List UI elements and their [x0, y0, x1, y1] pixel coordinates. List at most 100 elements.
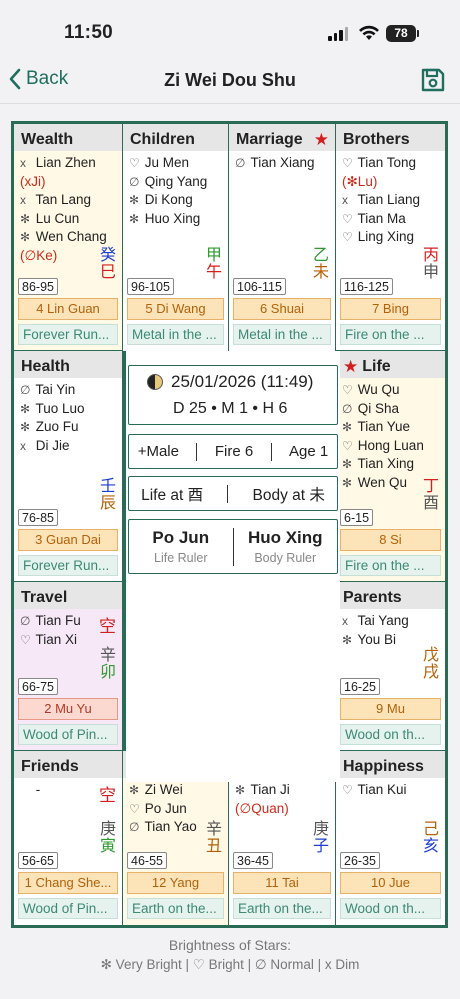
star-item[interactable]: ✻ Di Kong [129, 191, 228, 210]
growth-cycle: 3 Guan Dai [18, 529, 118, 551]
palace-wealth[interactable]: Wealth x Lian Zhen (xJi) x Tan Lang ✻ Lu Cun… [13, 123, 123, 352]
star-item[interactable]: ✻ Tian Yue [342, 418, 445, 437]
star-item[interactable]: ♡ Tian Kui [342, 781, 445, 800]
palace-children[interactable]: Children ♡ Ju Men ∅ Qing Yang ✻ Di Kong ✻ Hu… [122, 123, 229, 352]
brightness-mark: ♡ [342, 211, 353, 226]
nayin-element: Wood of Pin... [18, 724, 118, 745]
heavenly-stem: 丁 [422, 478, 439, 495]
moon-phase-icon [147, 374, 163, 390]
star-item[interactable]: ✻ Zuo Fu [20, 418, 122, 437]
palace-marriage[interactable]: Marriage ★ ∅ Tian Xiang 乙未 106-115 6 Shuai Met… [228, 123, 336, 352]
star-item[interactable]: ✻ Huo Xing [129, 210, 228, 229]
star-name: Tian Xi [35, 631, 78, 647]
profile-box: +Male Fire 6 Age 1 [128, 434, 338, 469]
star-item[interactable]: x Tan Lang [20, 191, 122, 210]
earthly-branch: 丑 [205, 838, 222, 855]
heavenly-stem: 乙 [312, 247, 329, 264]
star-item[interactable]: ✻ Zi Wei [129, 781, 228, 800]
palace-name: Wealth [21, 131, 74, 148]
star-item[interactable]: ♡ Ling Xing [342, 228, 445, 247]
star-item[interactable]: x Di Jie [20, 437, 122, 456]
star-item[interactable]: x Lian Zhen [20, 154, 122, 173]
palace-health[interactable]: Health ∅ Tai Yin ✻ Tuo Luo ✻ Zuo Fu x Di Jie… [13, 350, 123, 583]
stem-branch: 癸巳 [100, 247, 116, 281]
star-item[interactable]: ✻ Wen Chang [20, 228, 122, 247]
age-range: 56-65 [18, 852, 58, 869]
life-at: Life at 酉 [141, 486, 204, 504]
star-name: Hong Luan [357, 437, 424, 453]
nav-bar: Back Zi Wei Dou Shu [0, 62, 460, 100]
palace-life[interactable]: ★ Life ♡ Wu Qu ∅ Qi Sha ✻ Tian Yue ♡ Hong Lua… [335, 350, 446, 583]
brightness-mark: ✻ [129, 783, 140, 797]
palace-parents[interactable]: Parents x Tai Yang ✻ You Bi 戊戌 16-25 9 Mu Wood… [335, 581, 446, 752]
stem-branch: 辛卯 [100, 647, 116, 681]
brightness-mark: ✻ [235, 783, 246, 797]
age-range: 46-55 [127, 852, 167, 869]
palace-title: Children [123, 124, 228, 151]
star-item[interactable]: ✻ Tian Ji [235, 781, 335, 800]
palace-name: Health [21, 358, 70, 375]
earthly-branch: 卯 [99, 664, 116, 681]
stem-branch: 甲午 [206, 247, 222, 281]
star-item[interactable]: ∅ Qing Yang [129, 173, 228, 192]
brightness-mark: x [342, 193, 348, 207]
five-element: Fire 6 [214, 443, 254, 460]
wifi-icon [359, 25, 379, 40]
star-name: Di Jie [35, 437, 70, 453]
palace-name: Marriage [236, 131, 303, 148]
star-item[interactable]: ♡ Tian Ma [342, 210, 445, 229]
nayin-element: Earth on the... [127, 898, 224, 919]
brightness-mark: ∅ [129, 174, 140, 189]
star-name: Tian Liang [357, 192, 421, 207]
heavenly-stem: 丙 [422, 247, 439, 264]
brightness-legend: Brightness of Stars: ✻ Very Bright | ♡ B… [0, 936, 460, 974]
star-name: Tian Fu [35, 613, 81, 628]
star-item[interactable]: ∅ Tian Xiang [235, 154, 335, 173]
star-name: Zuo Fu [35, 419, 79, 434]
earthly-branch: 戌 [422, 664, 439, 681]
star-item[interactable]: ♡ Wu Qu [342, 381, 445, 400]
save-icon[interactable] [420, 67, 446, 93]
star-item[interactable]: ✻ Lu Cun [20, 210, 122, 229]
birth-date: 25/01/2026 (11:49) [171, 372, 314, 391]
brightness-mark: ✻ [129, 211, 140, 226]
star-item[interactable]: ✻ Tian Xing [342, 455, 445, 474]
star-list: ♡ Tian Kui [336, 778, 445, 800]
palace-title: ★ Life [336, 351, 445, 378]
age-range: 66-75 [18, 678, 58, 695]
star-name: Huo Xing [144, 210, 201, 226]
star-item[interactable]: ♡ Ju Men [129, 154, 228, 173]
star-list: ♡ Ju Men ∅ Qing Yang ✻ Di Kong ✻ Huo Xing [123, 151, 228, 228]
growth-cycle: 1 Chang She... [18, 872, 118, 894]
star-item[interactable]: ∅ Tai Yin [20, 381, 122, 400]
palace-brothers[interactable]: Brothers ♡ Tian Tong (✻Lu) x Tian Liang ♡ Ti… [335, 123, 446, 352]
palace-friends[interactable]: Friends - 空庚寅 56-65 1 Chang She... Wood of P… [13, 750, 123, 926]
star-item[interactable]: ♡ Tian Tong [342, 154, 445, 173]
star-item[interactable]: ♡ Po Jun [129, 800, 228, 819]
star-list: ♡ Tian Tong (✻Lu) x Tian Liang ♡ Tian Ma ♡ L… [336, 151, 445, 247]
age-range: 116-125 [340, 278, 393, 295]
brightness-mark: ♡ [342, 230, 353, 244]
stem-branch: 庚子 [313, 821, 329, 855]
star-item[interactable]: ♡ Hong Luan [342, 437, 445, 456]
palace-happiness[interactable]: Happiness ♡ Tian Kui 己亥 26-35 10 Jue Wood on … [335, 750, 446, 926]
lunar-pillars: D 25 • M 1 • H 6 [173, 400, 288, 417]
heavenly-stem: 戊 [422, 647, 439, 664]
star-item[interactable]: x Tian Liang [342, 191, 445, 210]
palace-travel[interactable]: Travel ∅ Tian Fu ♡ Tian Xi 空辛卯 66-75 2 Mu Yu W… [13, 581, 123, 752]
transformation: (xJi) [20, 173, 46, 189]
star-name: Ju Men [144, 155, 190, 170]
void-marker: 空 [99, 617, 116, 636]
transformation: (✻Lu) [342, 173, 378, 189]
status-bar: 11:50 78 [0, 0, 460, 62]
brightness-mark: ✻ [342, 420, 353, 434]
brightness-mark: ♡ [342, 783, 353, 797]
star-name: Tan Lang [35, 192, 92, 207]
star-item[interactable]: ✻ Tuo Luo [20, 400, 122, 419]
stem-branch: 丙申 [423, 247, 439, 281]
star-item[interactable]: x Tai Yang [342, 612, 445, 631]
life-ruler-label: Life Ruler [154, 551, 208, 565]
star-item[interactable]: ∅ Qi Sha [342, 400, 445, 419]
palace-title: Happiness [336, 751, 445, 778]
palace-name: Life [362, 358, 391, 375]
